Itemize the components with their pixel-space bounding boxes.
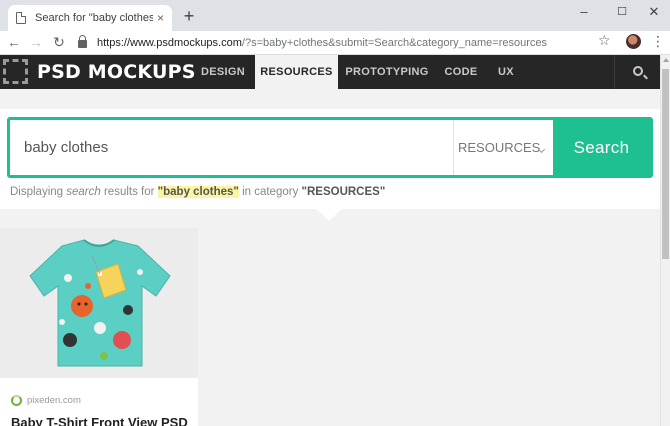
- results-category: "RESOURCES": [301, 186, 386, 198]
- nav-resources[interactable]: RESOURCES: [255, 55, 338, 89]
- url-path: /?s=baby+clothes&submit=Search&category_…: [241, 36, 548, 49]
- logo-frame-icon: [3, 59, 28, 84]
- source-logo-icon: [11, 395, 22, 406]
- search-form: RESOURCES Search: [7, 117, 653, 178]
- page-viewport: PSD MOCKUPS DESIGN RESOURCES PROTOTYPING…: [0, 55, 660, 426]
- nav-search-button[interactable]: [614, 55, 660, 89]
- search-input[interactable]: [10, 120, 453, 175]
- nav-code[interactable]: CODE: [436, 55, 486, 89]
- forward-arrow-icon[interactable]: →: [27, 33, 45, 51]
- result-thumbnail[interactable]: [0, 228, 198, 378]
- profile-avatar[interactable]: [626, 34, 641, 49]
- browser-menu-icon[interactable]: ⋮: [651, 33, 665, 49]
- nav-prototyping[interactable]: PROTOTYPING: [340, 55, 434, 89]
- maximize-button[interactable]: ☐: [613, 5, 631, 18]
- site-navbar: PSD MOCKUPS DESIGN RESOURCES PROTOTYPING…: [0, 55, 660, 89]
- url-text: https://www.psdmockups.com/?s=baby+cloth…: [97, 37, 547, 49]
- result-source-text: pixeden.com: [27, 395, 81, 406]
- scroll-thumb[interactable]: [662, 69, 669, 259]
- minimize-button[interactable]: –: [575, 4, 593, 19]
- nav-design[interactable]: DESIGN: [192, 55, 254, 89]
- url-host: https://www.psdmockups.com: [97, 36, 242, 49]
- result-card[interactable]: pixeden.com Baby T-Shirt Front View PSD: [0, 228, 198, 426]
- result-source[interactable]: pixeden.com: [11, 395, 81, 406]
- close-tab-icon[interactable]: ×: [157, 11, 164, 25]
- category-select[interactable]: RESOURCES: [453, 120, 553, 175]
- scroll-up-arrow-icon[interactable]: [663, 58, 669, 62]
- result-title[interactable]: Baby T-Shirt Front View PSD: [11, 415, 188, 426]
- browser-tab[interactable]: Search for "baby clothes" - PSD M ×: [8, 5, 172, 31]
- results-mid: results for: [100, 186, 158, 198]
- tab-title: Search for "baby clothes" - PSD M: [35, 12, 153, 24]
- bookmark-star-icon[interactable]: ☆: [598, 32, 611, 49]
- section-pointer: [316, 209, 342, 221]
- page-icon: [16, 12, 26, 24]
- results-em: search: [66, 186, 101, 198]
- results-in: in category: [238, 186, 302, 198]
- baby-tshirt-image: [0, 228, 198, 378]
- results-summary: Displaying search results for "baby clot…: [10, 186, 385, 198]
- category-value: RESOURCES: [458, 140, 541, 155]
- browser-titlebar: Search for "baby clothes" - PSD M × + – …: [0, 0, 670, 31]
- nav-ux[interactable]: UX: [488, 55, 524, 89]
- site-logo[interactable]: PSD MOCKUPS: [3, 59, 196, 84]
- browser-toolbar: ← → ↻ https://www.psdmockups.com/?s=baby…: [0, 31, 670, 55]
- lock-icon: [78, 35, 87, 48]
- new-tab-button[interactable]: +: [180, 6, 198, 26]
- results-query: "baby clothes": [157, 186, 239, 198]
- results-prefix: Displaying: [10, 186, 67, 198]
- reload-icon[interactable]: ↻: [50, 33, 68, 51]
- search-icon: [633, 66, 643, 76]
- close-window-button[interactable]: ✕: [645, 4, 663, 20]
- search-button[interactable]: Search: [553, 120, 650, 175]
- back-arrow-icon[interactable]: ←: [5, 33, 23, 51]
- page-scrollbar[interactable]: [660, 55, 670, 426]
- address-bar[interactable]: https://www.psdmockups.com/?s=baby+cloth…: [78, 32, 618, 53]
- logo-text: PSD MOCKUPS: [37, 60, 196, 83]
